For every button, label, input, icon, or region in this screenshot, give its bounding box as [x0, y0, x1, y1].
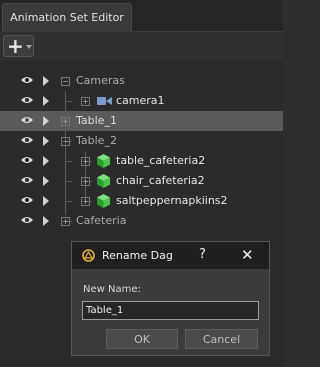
expand-toggle[interactable]: +: [81, 157, 90, 166]
dialog-title: Rename Dag: [102, 249, 173, 262]
camera-icon: [97, 97, 112, 105]
select-arrow-icon[interactable]: [43, 116, 49, 126]
model-cube-icon: [97, 154, 110, 168]
expand-toggle[interactable]: +: [61, 217, 70, 226]
model-cube-icon: [97, 194, 110, 208]
select-arrow-icon[interactable]: [43, 76, 49, 86]
ok-button[interactable]: OK: [106, 329, 178, 349]
visibility-eye-icon[interactable]: [21, 175, 33, 185]
new-name-label: New Name:: [83, 284, 141, 295]
visibility-eye-icon[interactable]: [21, 115, 33, 125]
tree-row-cafeteria[interactable]: + Cafeteria: [0, 211, 283, 231]
tree-row-camera1[interactable]: + camera1: [0, 91, 283, 111]
help-button[interactable]: ?: [199, 247, 206, 262]
visibility-eye-icon[interactable]: [21, 195, 33, 205]
add-button[interactable]: +: [3, 35, 34, 57]
visibility-eye-icon[interactable]: [21, 155, 33, 165]
select-arrow-icon[interactable]: [43, 176, 49, 186]
select-arrow-icon[interactable]: [43, 96, 49, 106]
tree-item-label: Table_2: [76, 134, 117, 147]
collapse-toggle[interactable]: −: [61, 77, 70, 86]
tree-row-chair-cafeteria2[interactable]: + chair_cafeteria2: [0, 171, 283, 191]
visibility-eye-icon[interactable]: [21, 215, 33, 225]
tree-item-label: saltpeppernapkiins2: [116, 194, 228, 207]
tree-item-label: chair_cafeteria2: [116, 174, 205, 187]
tree-row-saltpeppernapkiins2[interactable]: + saltpeppernapkiins2: [0, 191, 283, 211]
visibility-eye-icon[interactable]: [21, 135, 33, 145]
expand-toggle[interactable]: +: [81, 197, 90, 206]
select-arrow-icon[interactable]: [43, 216, 49, 226]
select-arrow-icon[interactable]: [43, 156, 49, 166]
tree-row-table-2[interactable]: − Table_2: [0, 131, 283, 151]
expand-toggle[interactable]: +: [61, 117, 70, 126]
rename-dag-dialog: Rename Dag ? ✕ New Name: OK Cancel: [71, 241, 270, 356]
collapse-toggle[interactable]: −: [61, 137, 70, 146]
tree-row-table-cafeteria2[interactable]: + table_cafeteria2: [0, 151, 283, 171]
expand-toggle[interactable]: +: [81, 177, 90, 186]
visibility-eye-icon[interactable]: [21, 75, 33, 85]
cancel-button[interactable]: Cancel: [185, 329, 258, 349]
dialog-titlebar[interactable]: Rename Dag ? ✕: [72, 242, 269, 269]
tree-item-label: Cafeteria: [76, 214, 127, 227]
tree-item-label: table_cafeteria2: [116, 154, 206, 167]
model-cube-icon: [97, 174, 110, 188]
visibility-eye-icon[interactable]: [21, 95, 33, 105]
new-name-input[interactable]: [82, 301, 259, 320]
dropdown-caret-icon: [26, 45, 32, 49]
app-logo-icon: [82, 249, 95, 262]
select-arrow-icon[interactable]: [43, 196, 49, 206]
tree-item-label: Cameras: [76, 74, 125, 87]
tree-item-label: Table_1: [76, 114, 117, 127]
plus-icon: +: [7, 34, 24, 58]
close-icon[interactable]: ✕: [241, 246, 254, 264]
select-arrow-icon[interactable]: [43, 136, 49, 146]
tree-item-label: camera1: [116, 94, 165, 107]
tab-animation-set-editor[interactable]: Animation Set Editor: [2, 3, 132, 31]
tree-row-cameras[interactable]: − Cameras: [0, 71, 283, 91]
toolbar: +: [0, 31, 283, 61]
expand-toggle[interactable]: +: [81, 97, 90, 106]
tree-row-table-1[interactable]: + Table_1: [0, 111, 283, 131]
tab-bar: Animation Set Editor: [0, 0, 283, 31]
